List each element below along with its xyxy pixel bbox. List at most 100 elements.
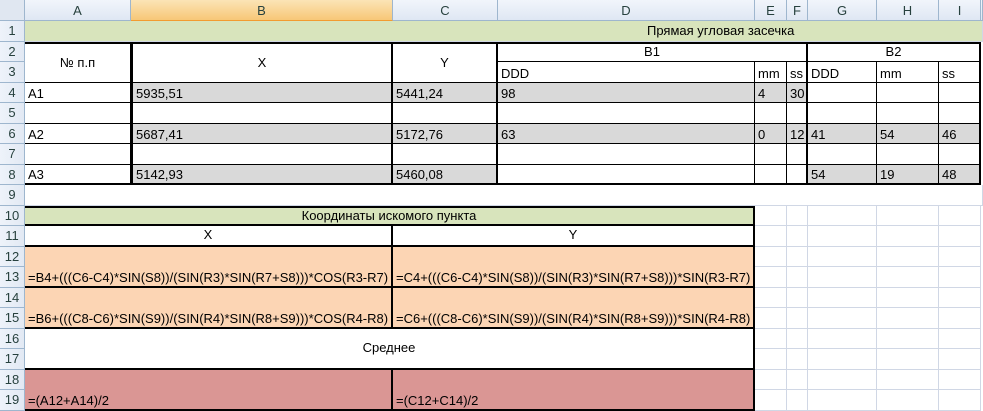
empty-cell[interactable]	[808, 390, 877, 411]
b2-mm[interactable]	[877, 82, 939, 103]
empty-cell[interactable]	[787, 328, 808, 349]
row-header[interactable]: 12	[0, 246, 25, 267]
empty-cell[interactable]	[939, 287, 981, 308]
row-header[interactable]: 3	[0, 62, 25, 83]
empty-cell[interactable]	[808, 246, 877, 267]
formula-y1[interactable]: =C4+(((C6-C4)*SIN(S8))/(SIN(R3)*SIN(R7+S…	[393, 246, 755, 288]
empty-cell[interactable]	[877, 103, 939, 124]
empty-cell[interactable]	[877, 328, 939, 349]
empty-cell[interactable]	[939, 205, 981, 226]
point-y[interactable]: 5441,24	[393, 82, 498, 103]
empty-cell[interactable]	[808, 205, 877, 226]
empty-cell[interactable]	[939, 328, 981, 349]
empty-cell[interactable]	[808, 308, 877, 329]
empty-cell[interactable]	[877, 246, 939, 267]
empty-cell[interactable]	[808, 144, 877, 165]
point-y[interactable]: 5172,76	[393, 123, 498, 144]
empty-cell[interactable]	[939, 103, 981, 124]
row-header[interactable]: 15	[0, 308, 25, 329]
row-header[interactable]: 1	[0, 21, 25, 42]
empty-cell[interactable]	[393, 144, 498, 165]
empty-cell[interactable]	[787, 205, 808, 226]
formula-x2[interactable]: =B6+(((C8-C6)*SIN(S9))/(SIN(R4)*SIN(R8+S…	[25, 287, 393, 329]
empty-cell[interactable]	[939, 369, 981, 390]
point-x[interactable]: 5142,93	[131, 164, 393, 185]
b1-ddd[interactable]: 98	[498, 82, 755, 103]
header-b1-mm[interactable]: mm	[755, 62, 787, 83]
row-header[interactable]: 14	[0, 287, 25, 308]
header-b2-ss[interactable]: ss	[939, 62, 981, 83]
empty-cell[interactable]	[755, 308, 787, 329]
result-title[interactable]: Координаты искомого пункта	[25, 205, 755, 226]
empty-cell[interactable]	[498, 144, 755, 165]
point-x[interactable]: 5687,41	[131, 123, 393, 144]
empty-cell[interactable]	[808, 328, 877, 349]
average-label[interactable]: Среднее	[25, 328, 755, 370]
row-header[interactable]: 13	[0, 267, 25, 288]
column-header-h[interactable]: H	[877, 0, 939, 21]
select-all-button[interactable]	[0, 0, 25, 21]
formula-y2[interactable]: =C6+(((C8-C6)*SIN(S9))/(SIN(R4)*SIN(R8+S…	[393, 287, 755, 329]
empty-cell[interactable]	[877, 205, 939, 226]
empty-cell[interactable]	[877, 390, 939, 411]
b2-ddd[interactable]: 54	[808, 164, 877, 185]
empty-cell[interactable]	[787, 369, 808, 390]
empty-cell[interactable]	[131, 144, 393, 165]
point-name[interactable]: A2	[25, 123, 131, 144]
empty-cell[interactable]	[877, 267, 939, 288]
header-b1-ss[interactable]: ss	[787, 62, 808, 83]
empty-row[interactable]	[25, 185, 983, 206]
empty-cell[interactable]	[808, 349, 877, 370]
row-header[interactable]: 4	[0, 82, 25, 103]
empty-cell[interactable]	[755, 369, 787, 390]
b2-mm[interactable]: 19	[877, 164, 939, 185]
empty-cell[interactable]	[877, 287, 939, 308]
empty-cell[interactable]	[787, 246, 808, 267]
empty-cell[interactable]	[787, 390, 808, 411]
result-y-header[interactable]: Y	[393, 226, 755, 247]
b1-ss[interactable]: 30	[787, 82, 808, 103]
row-header[interactable]: 17	[0, 349, 25, 370]
empty-cell[interactable]	[787, 287, 808, 308]
b1-ddd[interactable]: 63	[498, 123, 755, 144]
header-b1[interactable]: B1	[498, 41, 808, 62]
column-header-c[interactable]: C	[393, 0, 498, 21]
row-header[interactable]: 2	[0, 41, 25, 62]
empty-cell[interactable]	[755, 287, 787, 308]
empty-cell[interactable]	[808, 287, 877, 308]
b1-mm[interactable]: 4	[755, 82, 787, 103]
column-header-a[interactable]: A	[25, 0, 131, 21]
row-header[interactable]: 9	[0, 185, 25, 206]
empty-cell[interactable]	[755, 144, 787, 165]
b1-ss[interactable]	[787, 164, 808, 185]
b2-ss[interactable]: 46	[939, 123, 981, 144]
result-x-header[interactable]: X	[25, 226, 393, 247]
empty-cell[interactable]	[787, 267, 808, 288]
empty-cell[interactable]	[755, 246, 787, 267]
header-b2-mm[interactable]: mm	[877, 62, 939, 83]
empty-cell[interactable]	[787, 308, 808, 329]
row-header[interactable]: 5	[0, 103, 25, 124]
empty-cell[interactable]	[877, 144, 939, 165]
row-header[interactable]: 11	[0, 226, 25, 247]
empty-cell[interactable]	[755, 349, 787, 370]
formula-x1[interactable]: =B4+(((C6-C4)*SIN(S8))/(SIN(R3)*SIN(R7+S…	[25, 246, 393, 288]
empty-cell[interactable]	[939, 390, 981, 411]
b1-mm[interactable]: 0	[755, 123, 787, 144]
empty-cell[interactable]	[787, 144, 808, 165]
empty-cell[interactable]	[877, 369, 939, 390]
column-header-g[interactable]: G	[808, 0, 877, 21]
empty-cell[interactable]	[808, 226, 877, 247]
empty-cell[interactable]	[25, 103, 131, 124]
b1-mm[interactable]	[755, 164, 787, 185]
empty-cell[interactable]	[939, 308, 981, 329]
empty-cell[interactable]	[393, 103, 498, 124]
column-header-b[interactable]: B	[131, 0, 393, 21]
empty-cell[interactable]	[808, 267, 877, 288]
b2-ddd[interactable]	[808, 82, 877, 103]
empty-cell[interactable]	[939, 246, 981, 267]
column-header-d[interactable]: D	[498, 0, 755, 21]
header-num[interactable]: № п.п	[25, 41, 131, 83]
header-y[interactable]: Y	[393, 41, 498, 83]
column-header-f[interactable]: F	[787, 0, 808, 21]
